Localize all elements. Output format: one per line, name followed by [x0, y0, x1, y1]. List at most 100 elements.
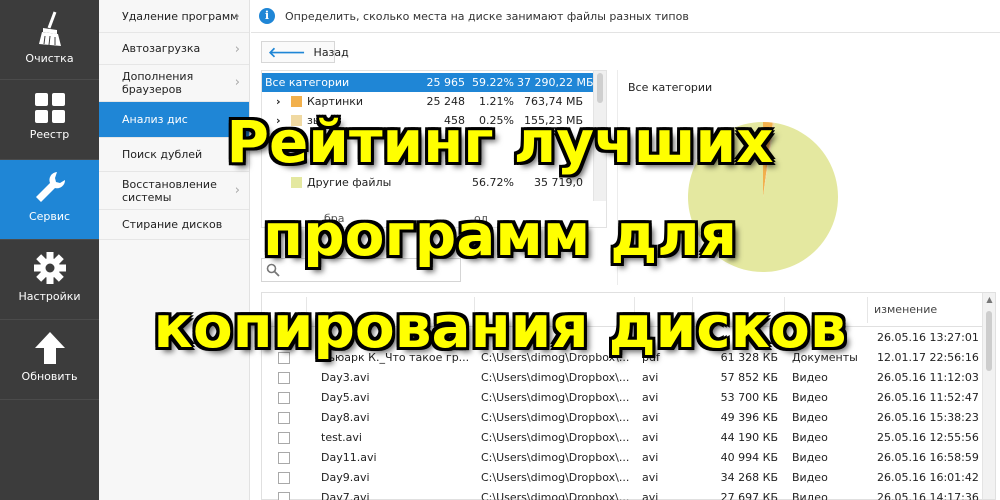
scroll-up-icon[interactable]: ▲ — [983, 295, 996, 304]
pie-slice-0 — [688, 122, 838, 272]
nav-item-cleanup[interactable]: Очистка — [0, 0, 99, 80]
category-count: 458 — [444, 114, 465, 127]
row-checkbox[interactable] — [278, 432, 290, 444]
column-separator — [634, 297, 635, 323]
column-header-changed[interactable]: изменение — [874, 303, 937, 316]
row-checkbox[interactable] — [278, 492, 290, 500]
submenu-item-uninstall[interactable]: Удаление программ › — [99, 0, 249, 33]
submenu-item-duplicates[interactable]: Поиск дублей — [99, 138, 249, 172]
table-row[interactable]: Day9.avi C:\Users\dimog\Dropbox\... avi 34 … — [262, 468, 984, 488]
submenu-label: Поиск дублей — [122, 148, 203, 161]
file-extension: avi — [642, 451, 659, 464]
row-checkbox[interactable] — [278, 352, 290, 364]
chart-title: Все категории — [628, 81, 713, 94]
category-row-all[interactable]: Все категории 25 965 59.22% 37 290,22 МБ — [262, 73, 594, 92]
search-input[interactable] — [261, 258, 461, 282]
category-summary-label: бра — [324, 212, 345, 225]
app-window: Очистка Реестр Сервис Настройки Обновить… — [0, 0, 1000, 500]
row-checkbox[interactable] — [278, 372, 290, 384]
file-type: Видео — [792, 391, 828, 404]
nav-item-settings[interactable]: Настройки — [0, 240, 99, 320]
category-percent: 1.21% — [479, 95, 514, 108]
row-checkbox[interactable] — [278, 472, 290, 484]
file-path: C:\Users\dimog\Dropbox\... — [481, 491, 630, 500]
file-path: C:\Users\dimog\Dropbox\... — [481, 351, 630, 364]
file-size: 53 700 КБ — [720, 391, 778, 404]
table-row[interactable]: Day7.avi C:\Users\dimog\Dropbox\... avi 27 … — [262, 488, 984, 500]
category-name: Другие файлы — [307, 176, 392, 189]
submenu-item-browser-addons[interactable]: Дополнения браузеров › — [99, 65, 249, 102]
submenu-item-disk-analysis[interactable]: Анализ дис — [99, 102, 249, 138]
row-checkbox[interactable] — [278, 452, 290, 464]
category-row-music[interactable]: › зыка 458 0.25% 155,23 МБ — [262, 111, 593, 130]
file-modified-date: 25.05.16 12:55:56 — [877, 431, 979, 444]
table-row[interactable]: 26.05.16 13:27:01 — [262, 328, 984, 348]
table-row[interactable]: Day8.avi C:\Users\dimog\Dropbox\... avi 49 … — [262, 408, 984, 428]
file-extension: avi — [642, 431, 659, 444]
column-separator — [474, 297, 475, 323]
table-row[interactable]: Day11.avi C:\Users\dimog\Dropbox\... avi 40… — [262, 448, 984, 468]
info-icon: i — [259, 8, 275, 24]
submenu-label: Автозагрузка — [122, 42, 201, 55]
grid-icon — [34, 93, 65, 123]
file-extension: avi — [642, 491, 659, 500]
file-type: Документы — [792, 351, 858, 364]
file-name: Вьюарк К._Что такое гр... — [321, 351, 470, 364]
category-percent: 56.72% — [472, 176, 514, 189]
category-name: Все категории — [265, 76, 350, 89]
nav-label-registry: Реестр — [29, 128, 70, 141]
scroll-thumb[interactable] — [597, 73, 603, 103]
category-swatch — [291, 115, 302, 126]
expand-chevron-icon[interactable]: › — [276, 95, 281, 108]
file-type: Видео — [792, 431, 828, 444]
category-scrollbar[interactable] — [593, 71, 606, 201]
file-type: Видео — [792, 471, 828, 484]
file-size: 34 268 КБ — [720, 471, 778, 484]
category-count: 25 248 — [426, 95, 466, 108]
submenu-item-autorun[interactable]: Автозагрузка › — [99, 33, 249, 65]
category-count: 25 965 — [426, 76, 466, 89]
file-name: Day3.avi — [321, 371, 370, 384]
expand-chevron-icon[interactable]: › — [276, 114, 281, 127]
scroll-thumb[interactable] — [986, 311, 992, 371]
file-modified-date: 26.05.16 14:17:36 — [877, 491, 979, 500]
table-row[interactable]: Day5.avi C:\Users\dimog\Dropbox\... avi 53 … — [262, 388, 984, 408]
arrow-left-icon: 🡐 — [268, 44, 306, 61]
file-name: Day9.avi — [321, 471, 370, 484]
submenu-item-system-restore[interactable]: Восстановление системы › — [99, 172, 249, 210]
nav-item-service[interactable]: Сервис — [0, 160, 99, 240]
category-row-pictures[interactable]: › Картинки 25 248 1.21% 763,74 МБ — [262, 92, 593, 111]
file-extension: avi — [642, 391, 659, 404]
file-modified-date: 26.05.16 13:27:01 — [877, 331, 979, 344]
main-panel: i Определить, сколько места на диске зан… — [251, 0, 1000, 500]
file-size: 49 396 КБ — [720, 411, 778, 424]
back-label: Назад — [313, 45, 349, 59]
nav-label-settings: Настройки — [18, 290, 81, 303]
files-scrollbar[interactable]: ▲ — [982, 293, 995, 499]
category-size: 37 290,22 МБ — [517, 76, 594, 89]
chevron-right-icon: › — [234, 41, 240, 57]
file-type: Видео — [792, 451, 828, 464]
file-size: 44 190 КБ — [720, 431, 778, 444]
chevron-right-icon: › — [234, 182, 240, 198]
submenu-label: Стирание дисков — [122, 218, 223, 231]
row-checkbox[interactable] — [278, 412, 290, 424]
category-size: 35 719,0 — [534, 176, 583, 189]
row-checkbox[interactable] — [278, 332, 290, 344]
nav-item-registry[interactable]: Реестр — [0, 80, 99, 160]
file-extension: avi — [642, 471, 659, 484]
table-row[interactable]: test.avi C:\Users\dimog\Dropbox\... avi 44 … — [262, 428, 984, 448]
broom-icon — [38, 11, 61, 46]
column-separator — [867, 297, 868, 323]
category-size: 763,74 МБ — [523, 95, 583, 108]
nav-label-service: Сервис — [28, 210, 71, 223]
table-row[interactable]: Вьюарк К._Что такое гр... C:\Users\dimog\… — [262, 348, 984, 368]
category-row-other[interactable]: Другие файлы 56.72% 35 719,0 — [262, 173, 593, 192]
row-checkbox[interactable] — [278, 392, 290, 404]
submenu-item-disk-wipe[interactable]: Стирание дисков — [99, 210, 249, 240]
files-table-header: изменение — [262, 293, 984, 327]
file-modified-date: 12.01.17 22:56:16 — [877, 351, 979, 364]
back-button[interactable]: 🡐 Назад — [261, 41, 349, 63]
nav-item-update[interactable]: Обновить — [0, 320, 99, 400]
table-row[interactable]: Day3.avi C:\Users\dimog\Dropbox\... avi 57 … — [262, 368, 984, 388]
